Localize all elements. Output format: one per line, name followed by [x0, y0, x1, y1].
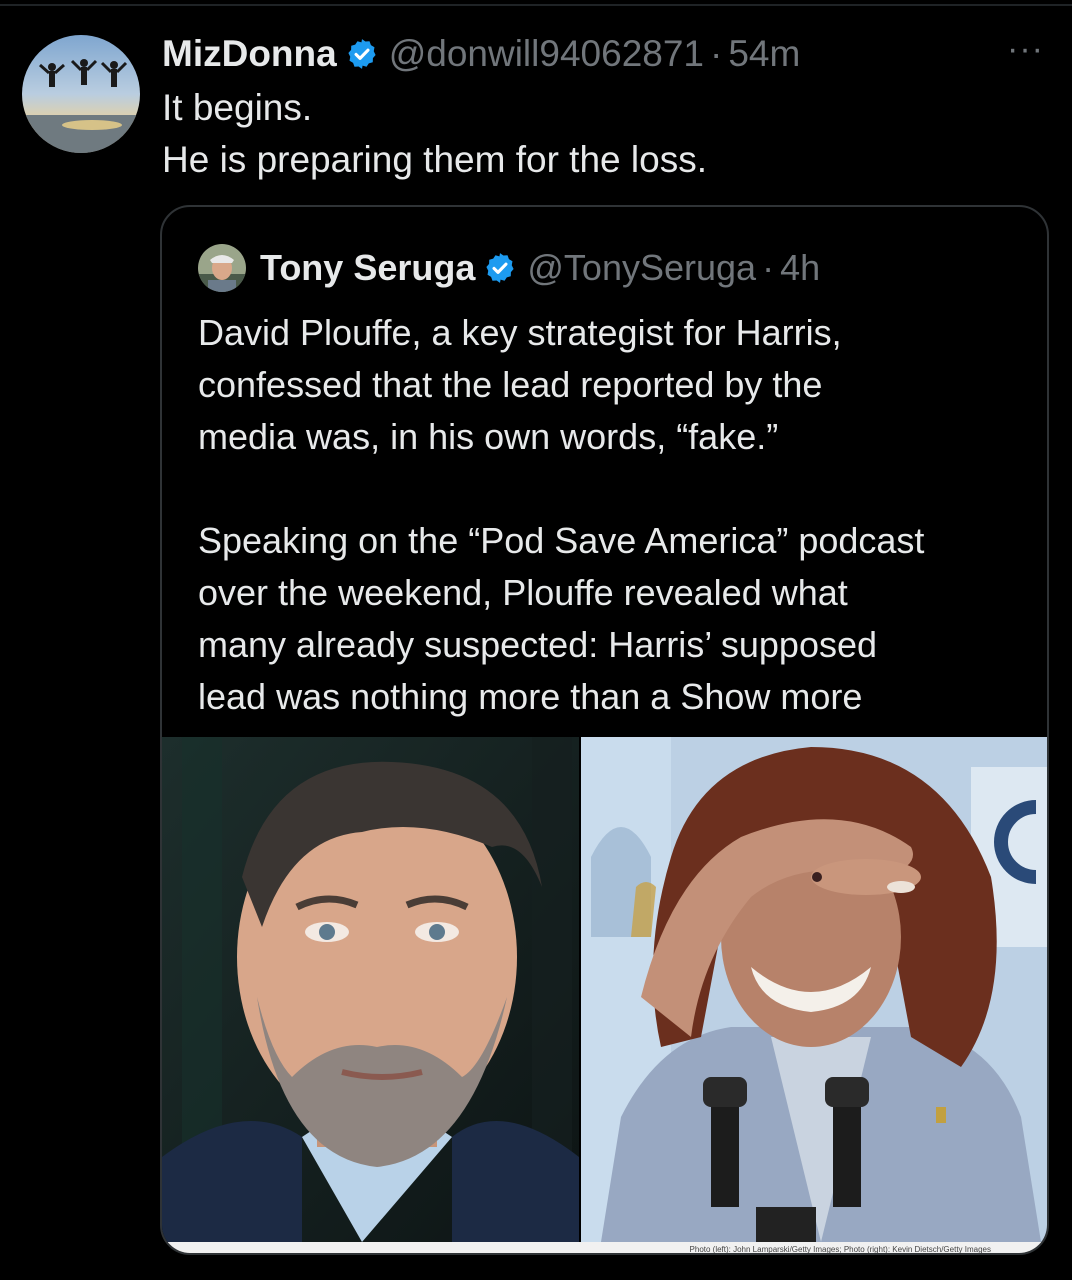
- quoted-text-fragment: lead was nothing more than a: [198, 676, 681, 717]
- verified-badge-icon: [483, 251, 517, 285]
- quoted-text-line: over the weekend, Plouffe revealed what: [198, 572, 848, 613]
- separator-dot: ·: [762, 247, 775, 288]
- verified-badge-icon: [345, 37, 379, 71]
- top-divider: [0, 4, 1072, 6]
- post-text-line: It begins.: [162, 87, 313, 128]
- quoted-post-header: Tony Seruga @TonySeruga · 4h: [198, 241, 820, 295]
- avatar-image: [22, 35, 140, 153]
- quoted-text-line: David Plouffe, a key strategist for Harr…: [198, 312, 842, 353]
- photo-left[interactable]: [162, 737, 579, 1242]
- man-portrait-image: [162, 737, 579, 1242]
- author-name[interactable]: MizDonna: [162, 33, 337, 75]
- quoted-text-line: media was, in his own words, “fake.”: [198, 416, 779, 457]
- quoted-author-handle[interactable]: @TonySeruga: [527, 247, 756, 289]
- post-time[interactable]: 54m: [728, 33, 800, 75]
- quoted-avatar-image: [198, 244, 246, 292]
- photo-right[interactable]: [581, 737, 1047, 1242]
- post-text-line: He is preparing them for the loss.: [162, 139, 707, 180]
- quoted-text-line: confessed that the lead reported by the: [198, 364, 823, 405]
- post-header: MizDonna @donwill94062871 · 54m: [162, 28, 800, 80]
- quoted-post-media[interactable]: [162, 737, 1047, 1242]
- post-text: It begins. He is preparing them for the …: [162, 82, 707, 186]
- quoted-post-text: David Plouffe, a key strategist for Harr…: [198, 307, 924, 723]
- more-options-icon[interactable]: ···: [1007, 30, 1044, 69]
- quoted-text-last-line: lead was nothing more than a Show more: [198, 671, 924, 723]
- show-more-link[interactable]: Show more: [680, 676, 862, 717]
- separator-dot: ·: [710, 33, 723, 74]
- author-handle[interactable]: @donwill94062871: [389, 33, 704, 75]
- quoted-post-card[interactable]: Tony Seruga @TonySeruga · 4h David Plouf…: [160, 205, 1049, 1255]
- quoted-text-line: Speaking on the “Pod Save America” podca…: [198, 520, 925, 561]
- quoted-author-avatar[interactable]: [198, 244, 246, 292]
- author-avatar[interactable]: [22, 35, 140, 153]
- photo-credit: Photo (left): John Lamparski/Getty Image…: [162, 1242, 1047, 1253]
- quoted-post-time[interactable]: 4h: [780, 247, 820, 289]
- woman-portrait-image: [581, 737, 1047, 1242]
- quoted-text-line: many already suspected: Harris’ supposed: [198, 624, 878, 665]
- quoted-author-name[interactable]: Tony Seruga: [260, 247, 475, 289]
